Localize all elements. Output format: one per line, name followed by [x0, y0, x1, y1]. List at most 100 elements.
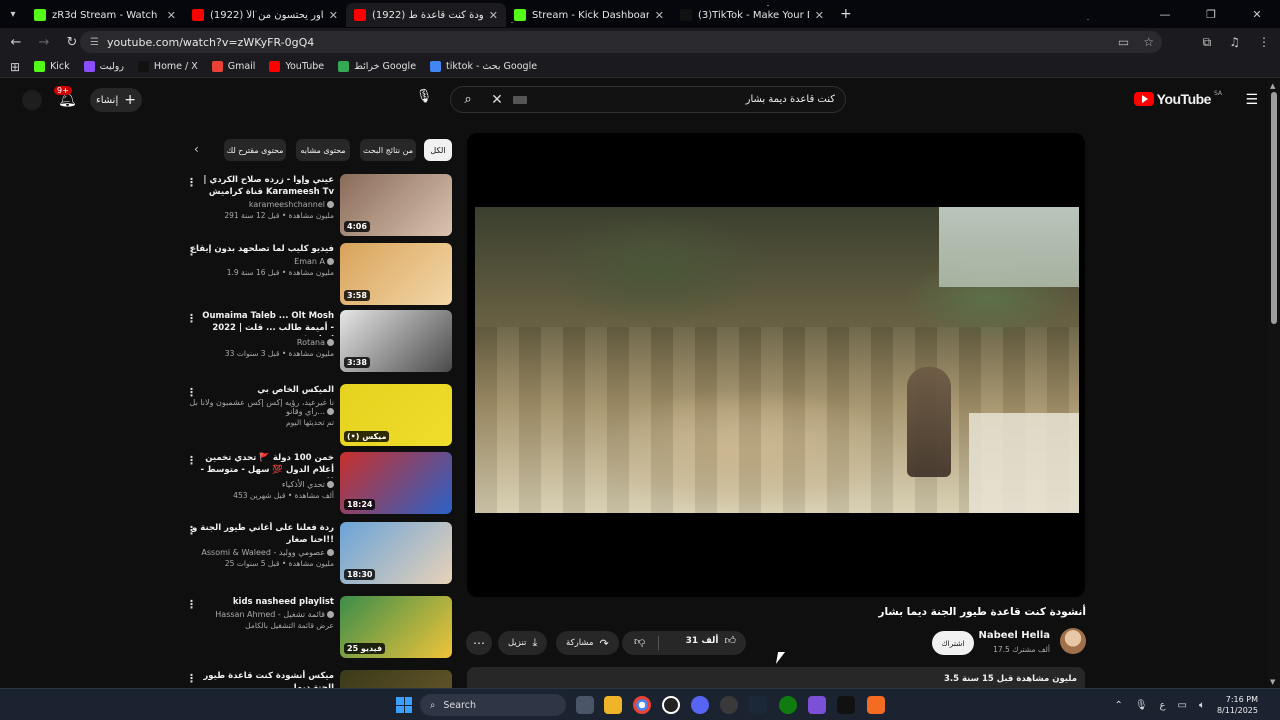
app-launcher-icon[interactable] — [867, 696, 885, 714]
taskbar-search-box[interactable]: ⌕ Search — [420, 694, 566, 716]
chrome-icon[interactable] — [633, 696, 651, 714]
obs-icon[interactable] — [662, 696, 680, 714]
tab-close-icon[interactable]: ✕ — [167, 9, 176, 22]
windows-start-icon[interactable] — [396, 697, 412, 713]
bookmark-item[interactable]: tiktok - بحث Google — [430, 61, 537, 72]
chip-recommended[interactable]: محتوى مقترح لك — [224, 139, 286, 161]
cast-icon[interactable]: ▭ — [1118, 35, 1129, 49]
video-item-channel[interactable]: تحدي الأذكياء — [188, 480, 334, 489]
apps-grid-icon[interactable]: ⊞ — [10, 60, 20, 74]
video-item-channel[interactable]: Assomi & Waleed - عصومي ووليد — [188, 548, 334, 557]
video-thumbnail[interactable]: 3:58 — [340, 243, 452, 305]
video-item-channel[interactable]: Rotana — [188, 338, 334, 347]
related-video-item[interactable]: ميكس أنشودة كنت قاعدة طيور الجنة ديما ⋮ — [180, 670, 452, 688]
network-icon[interactable]: ▭ — [1178, 700, 1187, 711]
game-launcher-icon[interactable] — [837, 696, 855, 714]
video-thumbnail[interactable]: 18:24 — [340, 452, 452, 514]
chip-related[interactable]: محتوى مشابه — [296, 139, 350, 161]
video-item-title[interactable]: kids nasheed playlist — [188, 596, 334, 608]
bookmark-star-icon[interactable]: ☆ — [1143, 35, 1154, 49]
forward-icon[interactable]: → — [32, 35, 56, 50]
video-item-menu-icon[interactable]: ⋮ — [186, 454, 197, 467]
menu-icon[interactable]: ⋮ — [1258, 35, 1270, 50]
input-language[interactable]: ع — [1160, 700, 1166, 711]
browser-tab[interactable]: zR3d Stream - Watch Live on K ✕ — [26, 3, 184, 27]
channel-avatar[interactable] — [1060, 628, 1086, 654]
address-bar[interactable]: ☰ youtube.com/watch?v=zWKyFR-0gQ4 ▭ ☆ — [80, 31, 1162, 53]
account-avatar[interactable] — [22, 90, 42, 110]
subscribe-button[interactable]: اشتراك — [932, 631, 974, 655]
video-thumbnail[interactable]: 4:06 — [340, 174, 452, 236]
related-video-item[interactable]: (•) ميكس الميكس الخاص بي نا غيرعيد، رؤيه إ… — [180, 384, 452, 446]
video-item-title[interactable]: خمن 100 دولة 🚩 تحدي تخمين أعلام الدول 💯 … — [188, 452, 334, 478]
page-scrollbar[interactable]: ▲ ▼ — [1268, 80, 1280, 688]
video-item-menu-icon[interactable]: ⋮ — [186, 524, 197, 537]
dislike-icon[interactable]: 👎︎ — [634, 635, 645, 648]
scroll-down-icon[interactable]: ▼ — [1270, 678, 1275, 686]
video-item-title[interactable]: Oumaima Taleb ... Olt Mosh أميمة طالب ..… — [188, 310, 334, 336]
search-icon[interactable]: ⌕ — [451, 92, 485, 107]
browser-tab[interactable]: (1922) أنشودة كنت قاعدة ط ✕ — [346, 3, 506, 27]
share-button[interactable]: مشاركة ↷ — [556, 631, 619, 655]
bookmark-item[interactable]: روليت — [83, 61, 124, 72]
tab-close-icon[interactable]: ✕ — [655, 9, 664, 22]
guide-menu-icon[interactable]: ☰ — [1245, 92, 1258, 108]
video-item-title[interactable]: عيني وإوا - زرده صلاح الكردي | قناة كرام… — [188, 174, 334, 198]
scrollbar-thumb[interactable] — [1271, 92, 1277, 324]
channel-name[interactable]: Nabeel Hella — [978, 630, 1050, 641]
task-view-icon[interactable] — [576, 696, 594, 714]
steam-icon[interactable] — [749, 696, 767, 714]
video-thumbnail[interactable]: 18:30 — [340, 522, 452, 584]
video-item-channel[interactable]: Hassan Ahmed - قائمة تشغيل — [188, 610, 334, 619]
video-item-channel[interactable]: karameeshchannel — [188, 200, 334, 209]
video-item-channel[interactable]: نا غيرعيد، رؤيه إكس إكس عشمبون ولانا بل … — [188, 398, 334, 416]
url-text[interactable]: youtube.com/watch?v=zWKyFR-0gQ4 — [107, 36, 314, 49]
related-video-item[interactable]: 18:24 خمن 100 دولة 🚩 تحدي تخمين أعلام الد… — [180, 452, 452, 514]
chip-all[interactable]: الكل — [424, 139, 452, 161]
clear-search-icon[interactable]: ✕ — [485, 92, 509, 108]
video-item-menu-icon[interactable]: ⋮ — [186, 386, 197, 399]
video-item-menu-icon[interactable]: ⋮ — [186, 672, 197, 685]
file-explorer-icon[interactable] — [604, 696, 622, 714]
video-player[interactable] — [467, 133, 1085, 597]
video-item-title[interactable]: فيديو كليب لما تصلحهد بدون إيقاع — [188, 243, 334, 255]
media-icon[interactable]: ♫ — [1229, 35, 1240, 50]
tab-search-icon[interactable]: ▾ — [0, 9, 26, 20]
video-item-title[interactable]: الميكس الخاص بي — [188, 384, 334, 396]
youtube-logo[interactable]: YouTube SA — [1133, 90, 1222, 107]
xbox-icon[interactable] — [779, 696, 797, 714]
video-item-menu-icon[interactable]: ⋮ — [186, 312, 197, 325]
volume-icon[interactable]: 🔈︎ — [1199, 700, 1205, 711]
bookmark-item[interactable]: Gmail — [211, 61, 255, 72]
browser-tab[interactable]: (3)TikTok - Make Your Day ✕ — [672, 3, 832, 27]
voice-search-mic-icon[interactable]: 🎙︎ — [414, 89, 434, 109]
app-icon[interactable] — [720, 696, 738, 714]
chips-prev-chevron-icon[interactable]: ‹ — [194, 142, 199, 156]
like-button[interactable]: 31 ألف 👍︎ — [686, 634, 736, 647]
browser-tab[interactable]: (1922) اعضاء باور يحتسون من الأ ✕ — [184, 3, 346, 27]
tab-close-icon[interactable]: ✕ — [329, 9, 338, 22]
bookmark-item[interactable]: خرائط Google — [338, 61, 416, 72]
more-actions-icon[interactable]: ⋯ — [466, 631, 492, 655]
back-icon[interactable]: ← — [4, 35, 28, 50]
browser-tab[interactable]: Stream - Kick Dashboard ✕ — [506, 3, 672, 27]
minimize-icon[interactable]: — — [1142, 8, 1188, 21]
related-video-item[interactable]: 4:06 عيني وإوا - زرده صلاح الكردي | قناة … — [180, 174, 452, 236]
bookmark-item[interactable]: Kick — [34, 61, 70, 72]
tray-mic-icon[interactable]: 🎙︎ — [1135, 700, 1148, 711]
video-item-title[interactable]: ميكس أنشودة كنت قاعدة طيور الجنة ديما — [188, 670, 334, 688]
extensions-icon[interactable]: ⧉ — [1203, 35, 1212, 50]
related-video-item[interactable]: 3:38 Oumaima Taleb ... Olt Mosh أميمة طال… — [180, 310, 452, 372]
video-thumbnail[interactable]: 25 فيديو — [340, 596, 452, 658]
system-clock[interactable]: 7:16 PM 8/11/2025 — [1217, 694, 1258, 716]
tab-close-icon[interactable]: ✕ — [815, 9, 824, 22]
discord-icon[interactable] — [691, 696, 709, 714]
video-item-menu-icon[interactable]: ⋮ — [186, 176, 197, 189]
new-tab-button[interactable]: + — [840, 6, 852, 22]
video-thumbnail[interactable]: (•) ميكس — [340, 384, 452, 446]
create-button[interactable]: إنشاء + — [90, 88, 142, 112]
search-input[interactable] — [527, 94, 845, 105]
restore-icon[interactable]: ❐ — [1188, 8, 1234, 21]
video-item-channel[interactable]: Eman A — [188, 257, 334, 266]
related-video-item[interactable]: 18:30 ردة فعلنا على أغاني طيور الجنة و اح… — [180, 522, 452, 584]
